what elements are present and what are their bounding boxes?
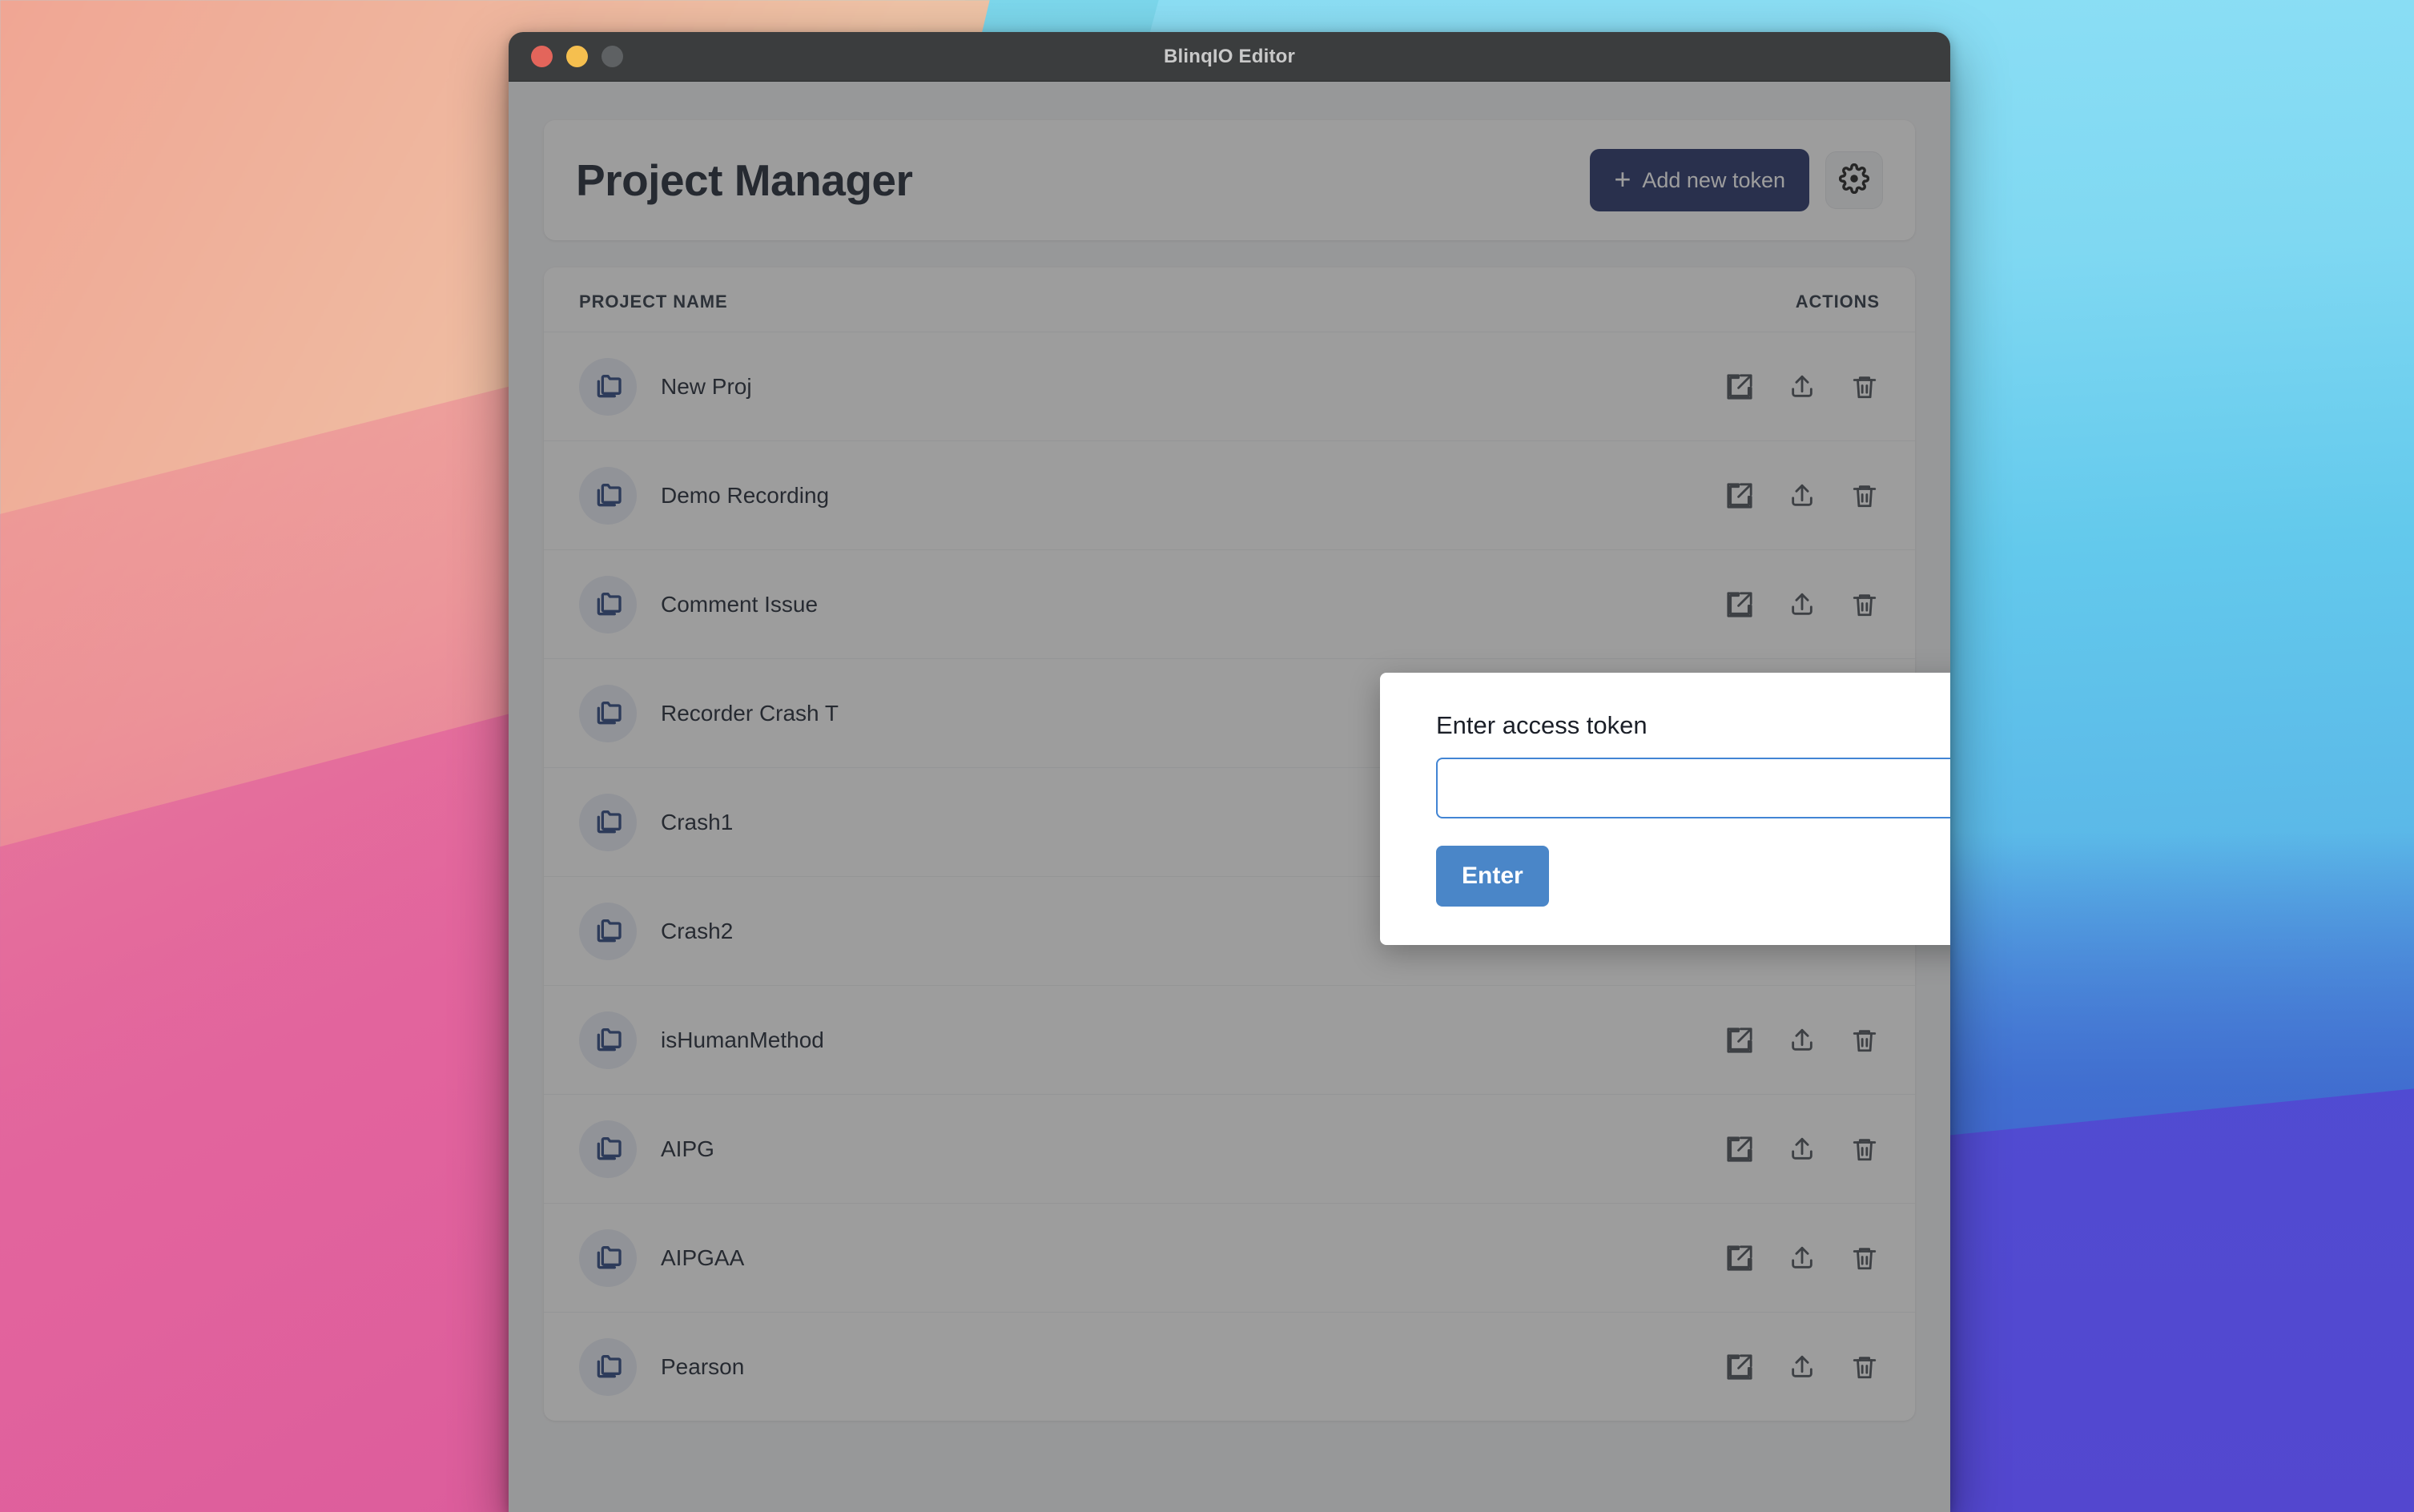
access-token-input[interactable] <box>1436 758 1950 818</box>
desktop-background: BlinqIO Editor Project Manager + Add new… <box>0 0 2414 1512</box>
modal-layer: Enter access token Enter <box>509 32 1950 1512</box>
modal-label: Enter access token <box>1436 711 1648 739</box>
enter-submit-button[interactable]: Enter <box>1436 846 1549 907</box>
app-window: BlinqIO Editor Project Manager + Add new… <box>509 32 1950 1512</box>
enter-access-token-dialog: Enter access token Enter <box>1380 673 1950 945</box>
